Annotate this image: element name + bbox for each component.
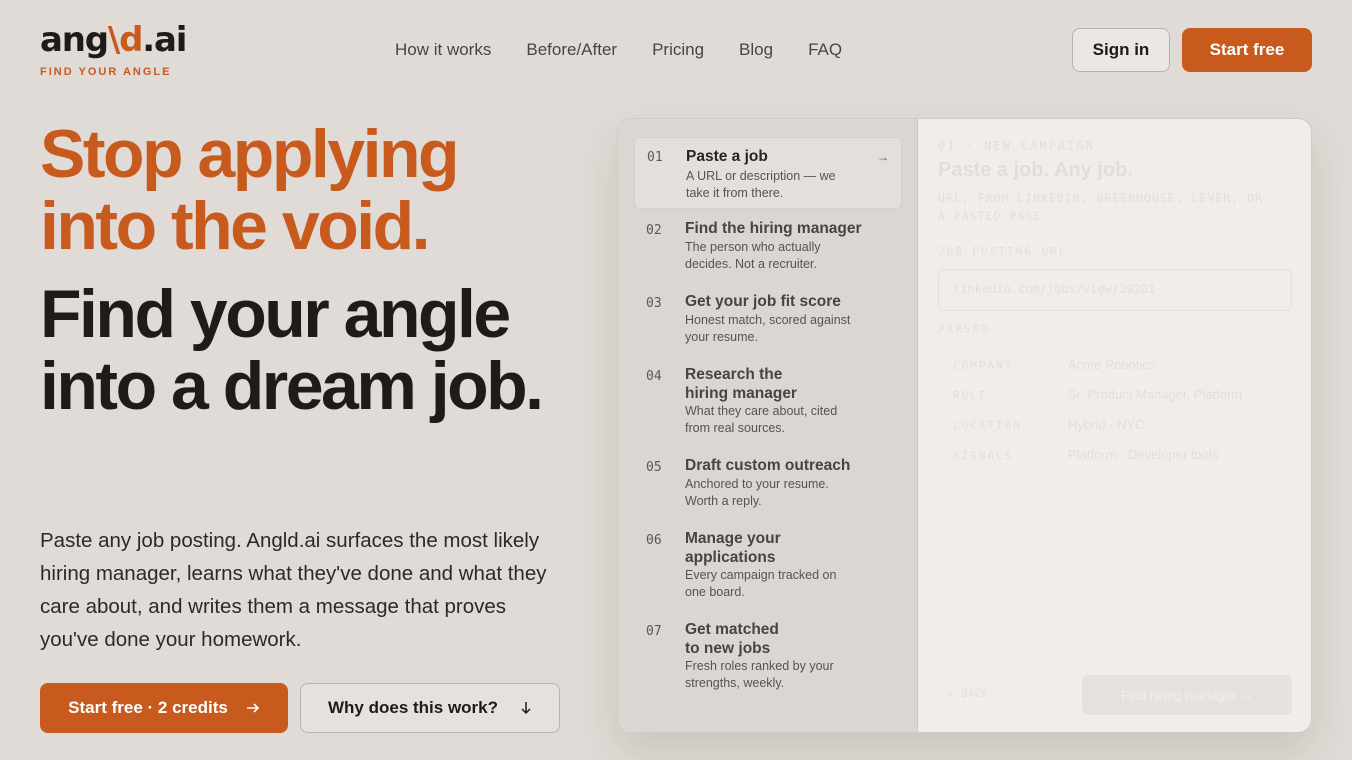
step-desc: Honest match, scored against your resume…	[685, 313, 851, 344]
headline-accent: Stop applying into the void.	[40, 116, 460, 264]
nav-faq[interactable]: FAQ	[808, 40, 842, 60]
parsed-row-signals: SIGNALS Platform · Developer tools	[953, 447, 1219, 462]
step-number: 07	[646, 624, 662, 639]
parsed-row-company: COMPANY Acme Robotics	[953, 357, 1156, 372]
hero-lede: Paste any job posting. Angld.ai surfaces…	[40, 529, 547, 651]
step-draft-outreach[interactable]: 05 Draft custom outreach Anchored to you…	[634, 456, 902, 516]
step-title: Paste a job	[686, 148, 768, 165]
start-free-button[interactable]: Start free	[1182, 28, 1312, 72]
step-title: Draft custom outreach	[685, 457, 851, 474]
logo-tagline: FIND YOUR ANGLE	[40, 66, 172, 78]
sign-in-button[interactable]: Sign in	[1072, 28, 1170, 72]
parsed-row-location: LOCATION Hybrid · NYC	[953, 417, 1145, 432]
step-desc: Every campaign tracked on one board.	[685, 568, 837, 599]
job-url-input[interactable]: linkedin.com/jobs/view/39201	[938, 269, 1292, 311]
product-preview-panel: 01 Paste a job A URL or description — we…	[617, 118, 1312, 733]
nav-before-after[interactable]: Before/After	[526, 40, 617, 60]
step-paste-job[interactable]: 01 Paste a job A URL or description — we…	[634, 137, 902, 209]
logo[interactable]: ang\d.ai FIND YOUR ANGLE	[40, 20, 187, 78]
find-hiring-manager-button[interactable]: Find hiring manager →	[1082, 675, 1292, 715]
step-number: 05	[646, 460, 662, 475]
start-free-credits-button[interactable]: Start free · 2 credits	[40, 683, 288, 733]
step-desc: Fresh roles ranked by your strengths, we…	[685, 659, 834, 690]
step-desc: A URL or description — we take it from t…	[686, 169, 836, 200]
step-job-fit-score[interactable]: 03 Get your job fit score Honest match, …	[634, 292, 902, 352]
step-desc: Anchored to your resume. Worth a reply.	[685, 477, 829, 508]
step-research-hiring-manager[interactable]: 04 Research the hiring manager What they…	[634, 365, 902, 445]
step-title: Find the hiring manager	[685, 220, 862, 237]
main-nav: How it works Before/After Pricing Blog F…	[395, 40, 842, 60]
step-desc: What they care about, cited from real so…	[685, 404, 838, 435]
form-kicker: 01 · NEW CAMPAIGN	[938, 139, 1095, 153]
new-campaign-form: 01 · NEW CAMPAIGN Paste a job. Any job. …	[938, 119, 1293, 732]
nav-how-it-works[interactable]: How it works	[395, 40, 491, 60]
parsed-label: PARSED	[938, 323, 990, 336]
step-number: 02	[646, 223, 662, 238]
step-number: 06	[646, 533, 662, 548]
url-label: JOB POSTING URL	[938, 245, 1068, 258]
arrow-right-icon	[246, 703, 259, 713]
step-title: Manage your applications	[685, 530, 781, 566]
nav-pricing[interactable]: Pricing	[652, 40, 704, 60]
cta-primary-label: Start free · 2 credits	[68, 698, 228, 717]
step-number: 03	[646, 296, 662, 311]
steps-list: 01 Paste a job A URL or description — we…	[618, 119, 918, 732]
back-button[interactable]: ← BACK	[948, 687, 988, 700]
why-does-this-work-button[interactable]: Why does this work?	[300, 683, 560, 733]
arrow-down-icon	[521, 702, 531, 715]
step-number: 04	[646, 369, 662, 384]
logo-wordmark: ang\d.ai	[40, 20, 187, 60]
step-matched-jobs[interactable]: 07 Get matched to new jobs Fresh roles r…	[634, 620, 902, 700]
step-title: Get matched to new jobs	[685, 621, 779, 657]
step-desc: The person who actually decides. Not a r…	[685, 240, 821, 271]
headline-main: Find your angle into a dream job.	[40, 276, 544, 424]
form-subtitle: URL, FROM LINKEDIN, GREENHOUSE, LEVER, O…	[938, 191, 1263, 223]
parsed-row-role: ROLE Sr. Product Manager, Platform	[953, 387, 1243, 402]
form-title: Paste a job. Any job.	[938, 159, 1133, 181]
step-number: 01	[647, 150, 663, 165]
cta-secondary-label: Why does this work?	[327, 698, 499, 717]
step-title: Research the hiring manager	[685, 366, 797, 402]
step-find-hiring-manager[interactable]: 02 Find the hiring manager The person wh…	[634, 219, 902, 279]
nav-blog[interactable]: Blog	[739, 40, 773, 60]
step-manage-applications[interactable]: 06 Manage your applications Every campai…	[634, 529, 902, 609]
arrow-right-icon: →	[877, 150, 889, 164]
step-title: Get your job fit score	[685, 293, 841, 310]
